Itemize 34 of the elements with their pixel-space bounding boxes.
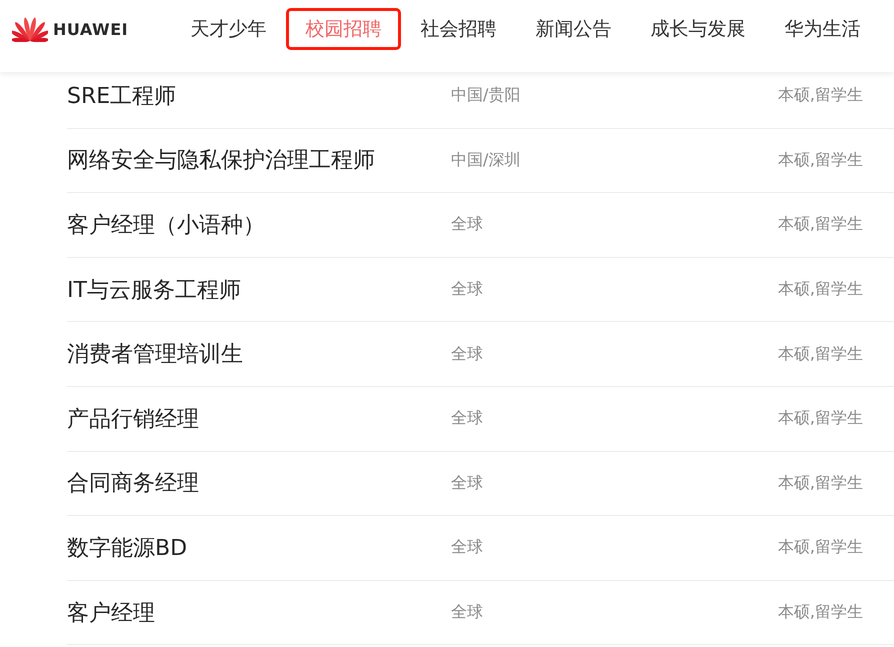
job-title-link[interactable]: IT与云服务工程师 (67, 274, 451, 305)
job-degree: 本硕,留学生 (778, 150, 863, 171)
job-location: 全球 (451, 472, 483, 494)
logo-wordmark: HUAWEI (53, 20, 128, 38)
flower-logo-icon (12, 16, 48, 42)
job-location: 中国/深圳 (451, 150, 520, 171)
nav-tab[interactable]: 天才少年 (171, 8, 286, 50)
job-location: 全球 (451, 537, 483, 558)
job-degree: 本硕,留学生 (778, 472, 863, 494)
job-title-link[interactable]: SRE工程师 (67, 80, 451, 111)
job-degree: 本硕,留学生 (778, 537, 863, 558)
job-location: 全球 (451, 344, 483, 365)
job-title-link[interactable]: 合同商务经理 (67, 468, 451, 498)
job-title-link[interactable]: 数字能源BD (67, 532, 451, 563)
nav-tab[interactable]: 社会招聘 (401, 8, 516, 50)
job-title-link[interactable]: 消费者管理培训生 (67, 339, 451, 370)
job-location: 全球 (451, 408, 483, 430)
nav-tab[interactable]: 华为生活 (765, 8, 880, 50)
nav-tab[interactable]: 成长与发展 (631, 8, 766, 50)
job-location: 全球 (451, 214, 483, 236)
job-degree: 本硕,留学生 (778, 85, 863, 106)
nav-tab[interactable]: 新闻公告 (516, 8, 632, 50)
job-title-link[interactable]: 产品行销经理 (67, 404, 451, 434)
job-title-link[interactable]: 网络安全与隐私保护治理工程师 (67, 145, 451, 176)
job-degree: 本硕,留学生 (778, 214, 863, 236)
job-location: 全球 (451, 602, 483, 624)
job-degree: 本硕,留学生 (778, 408, 863, 430)
job-title-link[interactable]: 客户经理 (67, 598, 451, 628)
job-degree: 本硕,留学生 (778, 279, 863, 300)
job-title-link[interactable]: 客户经理（小语种） (67, 210, 451, 240)
job-degree: 本硕,留学生 (778, 344, 863, 365)
job-degree: 本硕,留学生 (778, 602, 863, 624)
job-location: 全球 (451, 279, 483, 300)
job-location: 中国/贵阳 (451, 85, 520, 106)
